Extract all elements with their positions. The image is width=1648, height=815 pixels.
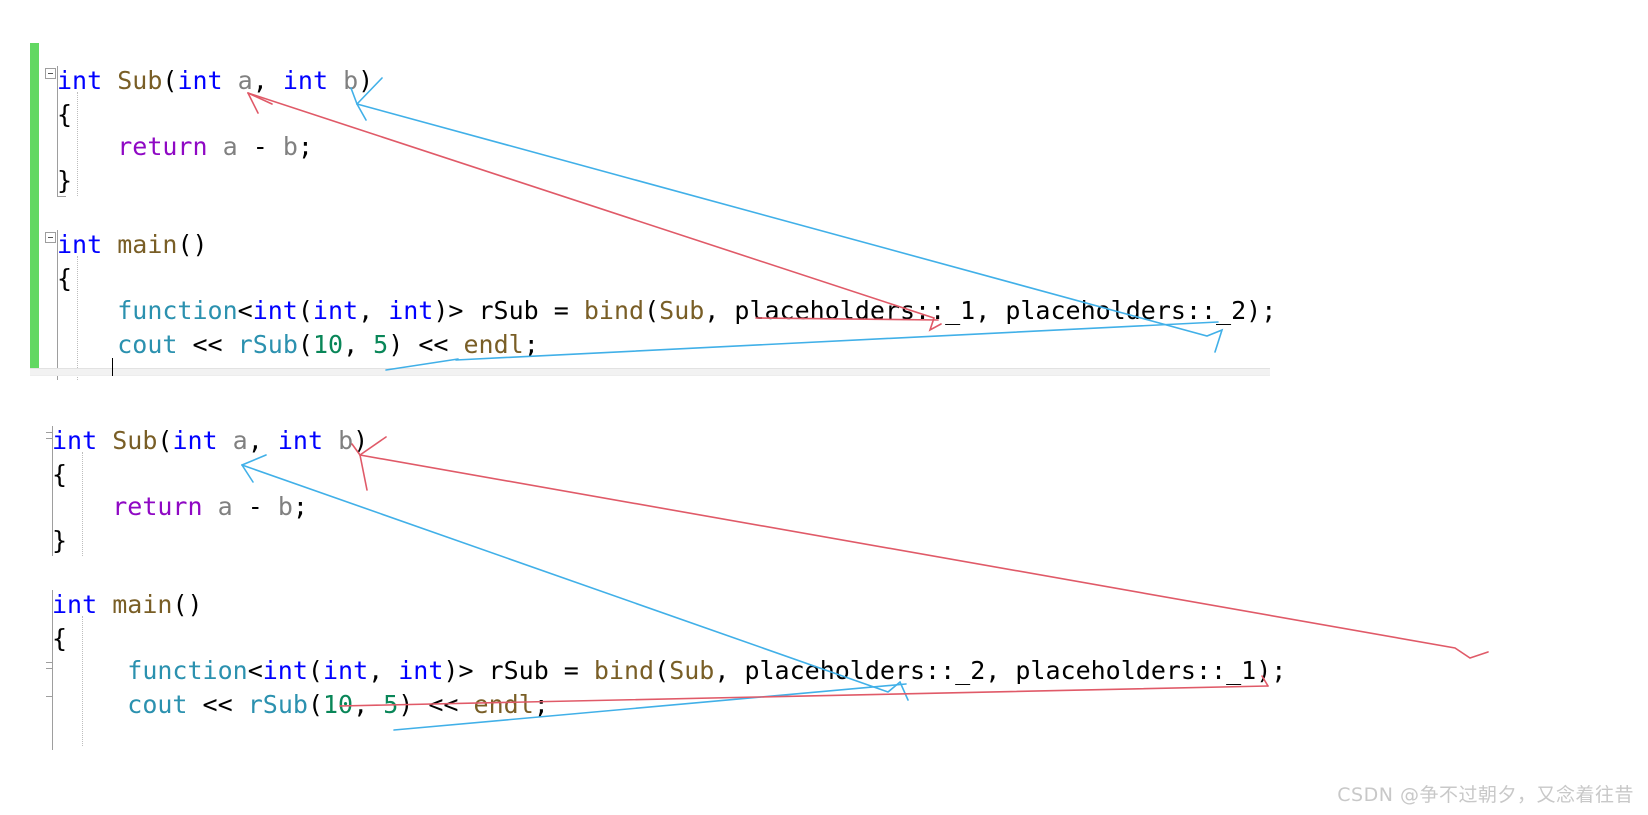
fold-toggle-main[interactable] (45, 232, 56, 243)
code-line: } (57, 166, 73, 195)
change-bar-green (30, 43, 39, 373)
code-line: return a - b; (112, 492, 308, 521)
code-line: { (52, 624, 68, 653)
code-line: { (57, 100, 73, 129)
code-line: function<int(int, int)> rSub = bind(Sub,… (117, 296, 1277, 325)
text-caret (112, 358, 113, 376)
code-line: int Sub(int a, int b) (52, 426, 369, 455)
screenshot-root: int Sub(int a, int b) { return a - b; } … (0, 0, 1648, 815)
code-line: int Sub(int a, int b) (57, 66, 374, 95)
code-block-second[interactable]: int Sub(int a, int b) { return a - b; } … (0, 400, 1400, 760)
code-line: int main() (52, 590, 203, 619)
code-line: { (57, 264, 73, 293)
code-line: { (52, 460, 68, 489)
fold-toggle-sub[interactable] (45, 68, 56, 79)
code-line: int main() (57, 230, 208, 259)
code-block-first[interactable]: int Sub(int a, int b) { return a - b; } … (0, 40, 1400, 380)
code-line: cout << rSub(10, 5) << endl; (117, 330, 539, 359)
code-line: cout << rSub(10, 5) << endl; (127, 690, 549, 719)
code-line: return a - b; (117, 132, 313, 161)
code-line: function<int(int, int)> rSub = bind(Sub,… (127, 656, 1287, 685)
code-line: } (52, 526, 68, 555)
block-separator (30, 368, 1270, 376)
csdn-watermark: CSDN @争不过朝夕，又念着往昔 (1337, 784, 1634, 806)
